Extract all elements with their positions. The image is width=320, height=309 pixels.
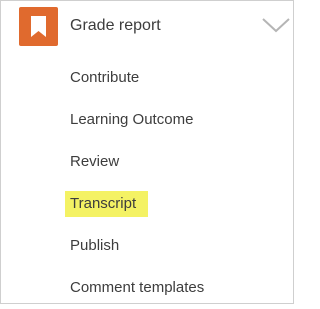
menu-item-label: Learning Outcome	[70, 111, 194, 128]
section-header[interactable]: Grade report	[1, 1, 293, 53]
chevron-down-icon[interactable]	[261, 16, 291, 34]
highlight-marker: Transcript	[65, 191, 148, 217]
menu-item-label: Comment templates	[70, 279, 205, 296]
grade-report-panel: Grade report Contribute Learning Outcome…	[0, 0, 294, 304]
section-menu: Contribute Learning Outcome Review Trans…	[1, 57, 293, 309]
menu-item-publish[interactable]: Publish	[1, 225, 293, 267]
menu-item-label: Contribute	[70, 69, 140, 86]
menu-item-learning-outcome[interactable]: Learning Outcome	[1, 99, 293, 141]
menu-item-label: Review	[70, 153, 120, 170]
menu-item-contribute[interactable]: Contribute	[1, 57, 293, 99]
bookmark-icon	[19, 7, 58, 46]
menu-item-label: Publish	[70, 237, 120, 254]
menu-item-transcript[interactable]: Transcript	[1, 183, 293, 225]
menu-item-comment-templates[interactable]: Comment templates	[1, 267, 293, 309]
menu-item-review[interactable]: Review	[1, 141, 293, 183]
menu-item-label: Transcript	[70, 195, 137, 212]
section-title: Grade report	[70, 17, 161, 34]
